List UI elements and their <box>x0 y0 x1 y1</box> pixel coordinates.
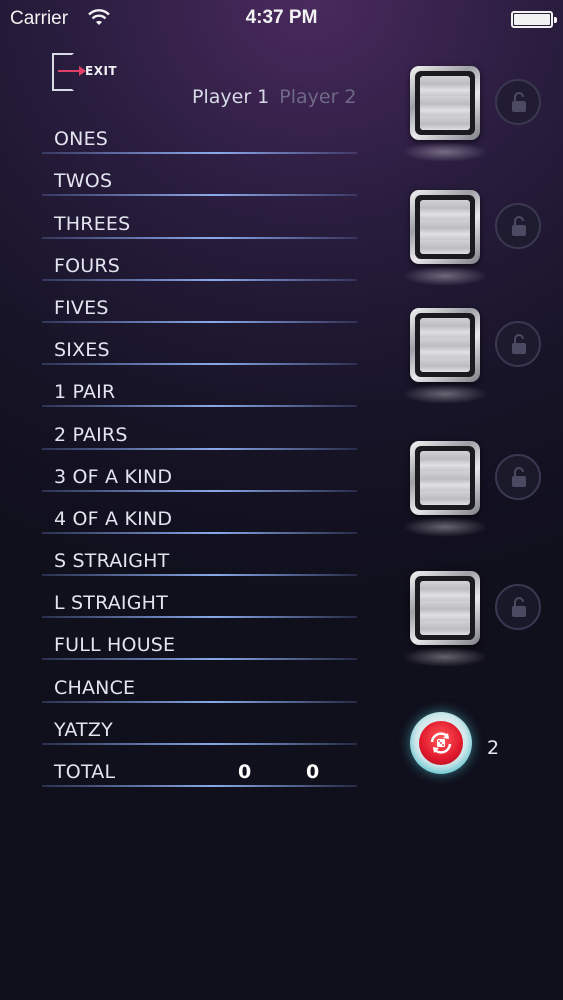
score-label: THREES <box>54 212 131 235</box>
arrow-right-icon <box>58 66 86 76</box>
die-3-slot <box>402 308 488 404</box>
score-row-s-straight[interactable]: S STRAIGHT <box>42 534 362 577</box>
divider <box>42 785 357 787</box>
unlock-icon <box>512 334 526 354</box>
tab-player-2[interactable]: Player 2 <box>279 86 356 108</box>
score-row-4-of-a-kind[interactable]: 4 OF A KIND <box>42 492 362 534</box>
die-1[interactable] <box>410 66 480 140</box>
score-row-yatzy[interactable]: YATZY <box>42 703 362 745</box>
score-row-twos[interactable]: TWOS <box>42 154 362 197</box>
die-face-icon <box>420 581 470 635</box>
lock-die-5-button[interactable] <box>495 584 541 630</box>
score-label: TWOS <box>54 170 113 193</box>
die-5-slot <box>402 571 488 667</box>
score-row-sixes[interactable]: SIXES <box>42 323 362 366</box>
lock-die-3-button[interactable] <box>495 321 541 367</box>
tab-player-1[interactable]: Player 1 <box>192 86 269 108</box>
score-label: FULL HOUSE <box>54 634 176 657</box>
score-label: CHANCE <box>54 676 136 699</box>
die-5[interactable] <box>410 571 480 645</box>
total-label: TOTAL <box>54 761 116 783</box>
score-row-l-straight[interactable]: L STRAIGHT <box>42 576 362 619</box>
die-face-icon <box>420 76 470 130</box>
die-face-icon <box>420 451 470 505</box>
die-2[interactable] <box>410 190 480 264</box>
total-row: TOTAL 0 0 <box>42 745 362 787</box>
score-label: 3 OF A KIND <box>54 465 173 488</box>
score-row-ones[interactable]: ONES <box>42 112 362 155</box>
lock-die-4-button[interactable] <box>495 454 541 500</box>
score-label: ONES <box>54 128 109 151</box>
unlock-icon <box>512 597 526 617</box>
status-bar: Carrier 4:37 PM <box>0 0 563 38</box>
score-label: FOURS <box>54 254 121 277</box>
die-3[interactable] <box>410 308 480 382</box>
clock: 4:37 PM <box>245 7 318 28</box>
reroll-icon <box>430 732 452 754</box>
door-icon <box>52 53 74 91</box>
score-label: 4 OF A KIND <box>54 507 173 530</box>
score-row-chance[interactable]: CHANCE <box>42 660 362 703</box>
score-label: YATZY <box>54 718 113 741</box>
rolls-left-count: 2 <box>487 737 500 759</box>
exit-button[interactable]: EXIT <box>52 53 122 93</box>
lock-die-2-button[interactable] <box>495 203 541 249</box>
score-label: SIXES <box>54 339 110 362</box>
die-1-slot <box>402 66 488 162</box>
exit-label: EXIT <box>85 64 118 78</box>
score-label: 2 PAIRS <box>54 423 128 446</box>
lock-die-1-button[interactable] <box>495 79 541 125</box>
scorecard: ONES TWOS THREES FOURS FIVES SIXES 1 PAI… <box>42 112 362 787</box>
score-row-2-pairs[interactable]: 2 PAIRS <box>42 407 362 450</box>
unlock-icon <box>512 92 526 112</box>
roll-dice-button[interactable] <box>410 712 472 774</box>
score-label: L STRAIGHT <box>54 592 168 615</box>
die-2-slot <box>402 190 488 286</box>
total-player-1: 0 <box>238 761 252 783</box>
die-face-icon <box>420 200 470 254</box>
score-label: 1 PAIR <box>54 381 116 404</box>
score-row-threes[interactable]: THREES <box>42 196 362 239</box>
score-row-3-of-a-kind[interactable]: 3 OF A KIND <box>42 450 362 492</box>
unlock-icon <box>512 216 526 236</box>
score-row-1-pair[interactable]: 1 PAIR <box>42 365 362 408</box>
score-row-fours[interactable]: FOURS <box>42 239 362 281</box>
total-player-2: 0 <box>306 761 320 783</box>
die-4[interactable] <box>410 441 480 515</box>
die-face-icon <box>420 318 470 372</box>
score-label: FIVES <box>54 296 109 319</box>
die-4-slot <box>402 441 488 537</box>
unlock-icon <box>512 467 526 487</box>
score-row-full-house[interactable]: FULL HOUSE <box>42 618 362 661</box>
score-row-fives[interactable]: FIVES <box>42 281 362 323</box>
score-label: S STRAIGHT <box>54 550 170 573</box>
battery-icon <box>511 11 557 28</box>
player-tabs: Player 1 Player 2 <box>192 86 357 108</box>
